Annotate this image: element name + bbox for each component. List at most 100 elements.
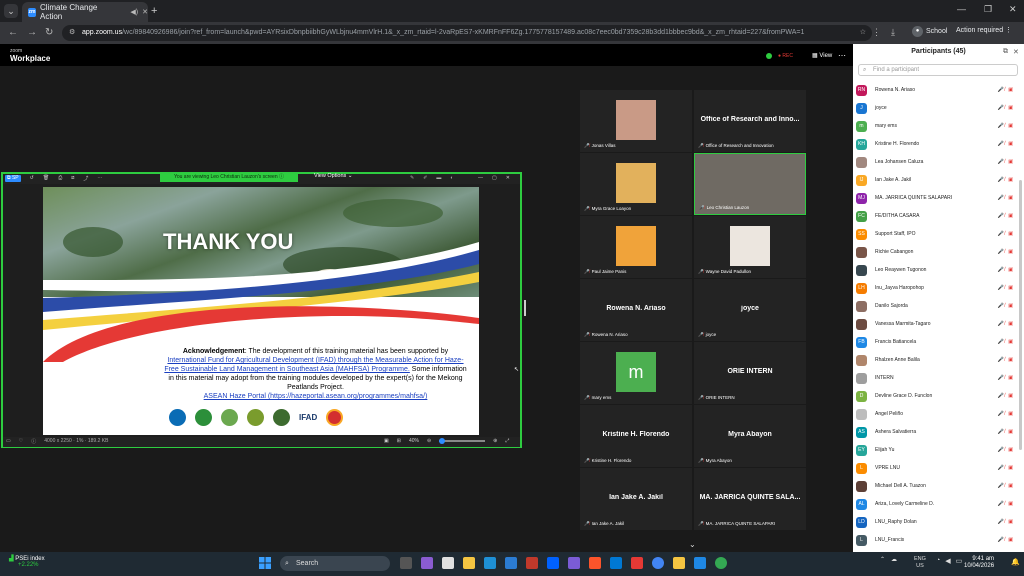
- rotate-icon[interactable]: ↺: [30, 175, 34, 182]
- asean-portal-link[interactable]: ASEAN Haze Portal (https://hazeportal.as…: [204, 393, 428, 400]
- task-view-icon[interactable]: [400, 557, 412, 569]
- crop-icon[interactable]: ⧄: [71, 175, 74, 182]
- store-icon[interactable]: [442, 557, 454, 569]
- participant-row[interactable]: D Devline Grace D. Funclon 🎤̸ ▣̸: [856, 387, 1018, 405]
- notification-icon[interactable]: 🔔: [1011, 558, 1020, 566]
- chrome-profile-icon[interactable]: [715, 557, 727, 569]
- copilot-icon[interactable]: [421, 557, 433, 569]
- tab-close-icon[interactable]: ✕: [142, 8, 148, 16]
- video-tile[interactable]: ORIE INTERN 🎤̸ ORIE INTERN: [694, 342, 806, 404]
- forward-icon[interactable]: →: [27, 27, 37, 38]
- taskbar-search[interactable]: ⌕ Search: [280, 556, 390, 571]
- video-tile[interactable]: 🎤̸ Myra Grace Loayon: [580, 153, 692, 215]
- fullscreen-icon[interactable]: ⤢: [505, 438, 509, 444]
- security-shield-icon[interactable]: [766, 53, 772, 59]
- back-icon[interactable]: ←: [8, 27, 18, 38]
- share-restore-icon[interactable]: ▢: [492, 175, 497, 181]
- participant-row[interactable]: IJ Ian Jake A. Jakil 🎤̸ ▣̸: [856, 171, 1018, 189]
- new-tab-button[interactable]: +: [151, 5, 157, 17]
- wps-icon[interactable]: [631, 557, 643, 569]
- participant-row[interactable]: FB Francis Batiancela 🎤̸ ▣̸: [856, 333, 1018, 351]
- participant-row[interactable]: LD LNU_Raphy Dolan 🎤̸ ▣̸: [856, 513, 1018, 531]
- participant-row[interactable]: m mary ems 🎤̸ ▣̸: [856, 117, 1018, 135]
- video-tile[interactable]: Kristine H. Florendo 🎤̸ Kristine H. Floren…: [580, 405, 692, 467]
- zoom-more-icon[interactable]: ⋯: [838, 51, 846, 60]
- app-icon[interactable]: [568, 557, 580, 569]
- bookmark-star-icon[interactable]: ☆: [860, 25, 866, 41]
- video-tile[interactable]: m 🎤̸ mary ems: [580, 342, 692, 404]
- participant-search-input[interactable]: ⌕ Find a participant: [858, 64, 1018, 76]
- url-field[interactable]: ⚙ app.zoom.us/wc/89840926986/join?ref_fr…: [62, 25, 872, 41]
- language-indicator[interactable]: ENG US: [914, 556, 926, 570]
- more-icon[interactable]: ⋮: [872, 27, 881, 38]
- view-options-button[interactable]: View Options ⌄: [314, 173, 352, 179]
- reload-icon[interactable]: ↻: [45, 27, 53, 38]
- gallery-next-page-icon[interactable]: ⌄: [689, 540, 696, 549]
- participant-row[interactable]: Jjoyce 🎤̸ ▣̸: [856, 99, 1018, 117]
- video-tile[interactable]: 🎤̸ Jonas Villas: [580, 90, 692, 152]
- windows-start-icon[interactable]: [259, 557, 271, 569]
- screen-share-icon[interactable]: ⧉ SP: [5, 175, 21, 182]
- tab-search-button[interactable]: ⌄: [4, 4, 18, 18]
- participant-row[interactable]: RN Rowena N. Ariaso 🎤̸ ▣̸: [856, 81, 1018, 99]
- onedrive-icon[interactable]: ☁: [891, 556, 897, 563]
- participant-row[interactable]: MJ MA. JARRICA QUINTE SALAPARI 🎤̸ ▣̸: [856, 189, 1018, 207]
- participant-row[interactable]: Richie Cabangon 🎤̸ ▣̸: [856, 243, 1018, 261]
- participant-row[interactable]: Vanessa Marmita-Tagaro 🎤̸ ▣̸: [856, 315, 1018, 333]
- profile-button[interactable]: ● School: [912, 26, 947, 37]
- panel-close-icon[interactable]: ✕: [1013, 48, 1019, 56]
- participant-row[interactable]: LH Inu_Jayva Haropohop 🎤̸ ▣̸: [856, 279, 1018, 297]
- participant-row[interactable]: AS Ashera Salvatierra 🎤̸ ▣̸: [856, 423, 1018, 441]
- battery-icon[interactable]: ▭: [956, 557, 963, 565]
- sticky-notes-icon[interactable]: [673, 557, 685, 569]
- action-required-button[interactable]: Action required ⋮: [956, 26, 1012, 34]
- taskbar-clock[interactable]: 9:41 am 10/04/2026: [964, 556, 994, 570]
- participant-row[interactable]: SS Support Staff, IPO 🎤̸ ▣̸: [856, 225, 1018, 243]
- panel-resize-handle[interactable]: [524, 300, 526, 316]
- dropbox-icon[interactable]: [547, 557, 559, 569]
- zoom-slider[interactable]: [439, 438, 486, 444]
- participant-row[interactable]: Danilo Sajorda 🎤̸ ▣̸: [856, 297, 1018, 315]
- zoom-out-icon[interactable]: ⊖: [427, 438, 431, 444]
- participant-row[interactable]: Angel Peliño 🎤̸ ▣̸: [856, 405, 1018, 423]
- screen-icon[interactable]: ▭: [6, 438, 11, 445]
- participant-row[interactable]: INTERN 🎤̸ ▣̸: [856, 369, 1018, 387]
- zoom-in-icon[interactable]: ⊕: [493, 438, 497, 444]
- wifi-icon[interactable]: ◔: [936, 557, 940, 565]
- app-icon[interactable]: [526, 557, 538, 569]
- participant-row[interactable]: FC FE/DITHA CASARA 🎤̸ ▣̸: [856, 207, 1018, 225]
- participant-scrollbar[interactable]: [1019, 180, 1022, 450]
- print-icon[interactable]: ⎙: [58, 175, 62, 182]
- pen-icon[interactable]: ✐: [423, 175, 427, 181]
- favorite-icon[interactable]: ♡: [19, 438, 23, 445]
- video-tile[interactable]: Myra Abayon 🎤̸ Myra Abayon: [694, 405, 806, 467]
- participant-row[interactable]: L VPRE LNU 🎤̸ ▣̸: [856, 459, 1018, 477]
- view-button[interactable]: ▦ View: [812, 52, 832, 59]
- brave-icon[interactable]: [589, 557, 601, 569]
- participant-row[interactable]: EY Elijah Yu 🎤̸ ▣̸: [856, 441, 1018, 459]
- toolbar-more-icon[interactable]: ⋯: [97, 175, 102, 182]
- edge-icon[interactable]: [484, 557, 496, 569]
- info-icon[interactable]: ⓘ: [31, 438, 36, 445]
- chrome-icon[interactable]: [652, 557, 664, 569]
- grid-icon[interactable]: ⊞: [397, 438, 401, 444]
- share-close-icon[interactable]: ✕: [506, 175, 510, 181]
- participant-row[interactable]: KH Kristine H. Florendo 🎤̸ ▣̸: [856, 135, 1018, 153]
- participant-row[interactable]: Michael Dell A. Tuazon 🎤̸ ▣̸: [856, 477, 1018, 495]
- volume-icon[interactable]: ◀: [945, 557, 950, 565]
- share-icon[interactable]: ⤴: [83, 175, 88, 182]
- color-icon[interactable]: ◐: [450, 175, 453, 181]
- vscode-icon[interactable]: [610, 557, 622, 569]
- participant-row[interactable]: L LNU_Francis 🎤̸ ▣̸: [856, 531, 1018, 547]
- stock-widget[interactable]: ▟ PSEi index +2.22%: [9, 555, 45, 568]
- delete-icon[interactable]: 🗑: [43, 175, 49, 182]
- messenger-icon[interactable]: [694, 557, 706, 569]
- participant-row[interactable]: Rhalzen Anne Balila 🎤̸ ▣̸: [856, 351, 1018, 369]
- video-tile[interactable]: joyce 🎤̸ joyce: [694, 279, 806, 341]
- participant-row[interactable]: Leo Reaywen Tugonon 🎤̸ ▣̸: [856, 261, 1018, 279]
- edit-icon[interactable]: ✎: [410, 175, 414, 181]
- minimize-icon[interactable]: —: [957, 4, 966, 14]
- fit-icon[interactable]: ▣: [384, 438, 389, 444]
- participant-row[interactable]: Lea Johansen Caluza 🎤̸ ▣̸: [856, 153, 1018, 171]
- video-tile[interactable]: Ian Jake A. Jakil 🎤̸ Ian Jake A. Jakil: [580, 468, 692, 530]
